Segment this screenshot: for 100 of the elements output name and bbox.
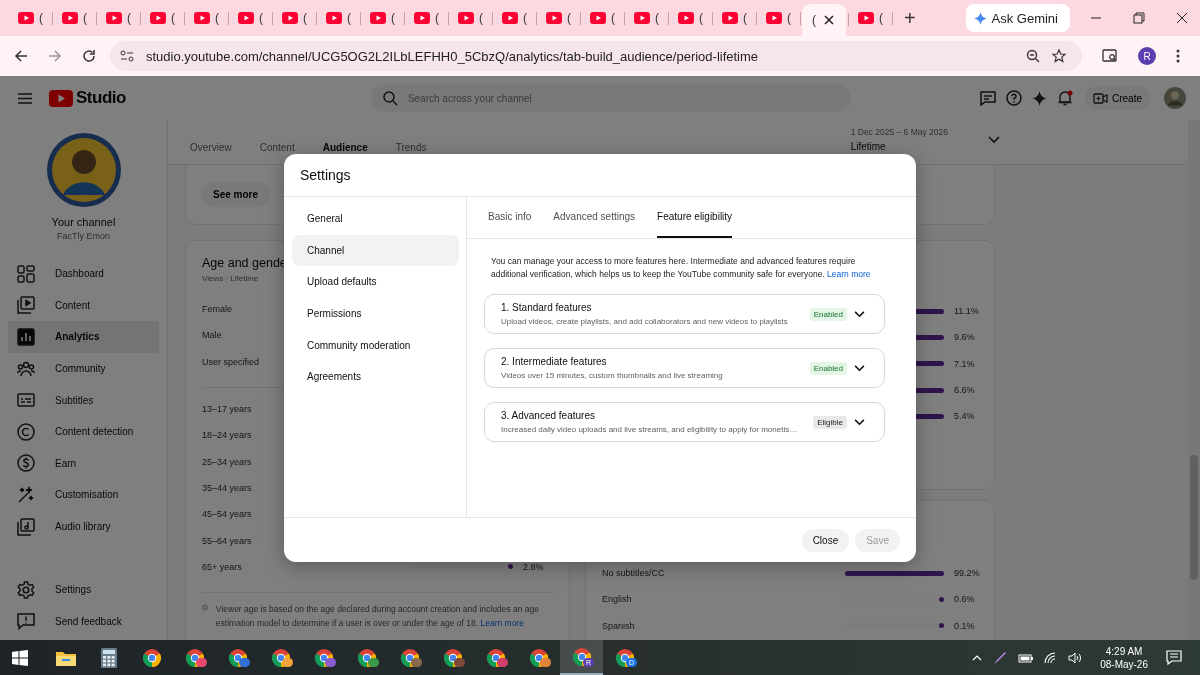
video-play-icon [370,12,386,24]
analytics-tab[interactable]: Audience [322,142,368,153]
notification-icon[interactable] [1166,650,1182,665]
video-play-icon [502,12,518,24]
browser-tab[interactable]: ( [318,3,358,33]
caret-up-icon[interactable] [972,654,983,661]
browser-tab[interactable]: ( [802,4,846,36]
sidebar-item[interactable]: Content detection [8,415,159,448]
zoom-icon[interactable] [1026,49,1040,63]
browser-tab[interactable]: ( [362,3,402,33]
settings-tab[interactable]: Advanced settings [553,197,636,238]
row-value: 0.1% [954,620,976,631]
feature-card[interactable]: 3. Advanced features Increased daily video uploads and live streams, and eligibility to apply for monetis… Eligible [484,402,885,442]
speaker-icon[interactable] [1068,651,1083,664]
video-play-icon [722,12,738,24]
chevron-down-icon[interactable] [854,310,865,318]
chevron-down-icon[interactable] [854,364,865,372]
search-field[interactable]: Search across your channel [370,84,851,112]
browser-tab[interactable]: ( [582,3,622,33]
pen-icon[interactable] [992,649,1009,666]
browser-tab[interactable]: ( [626,3,666,33]
card-subtitle: Views · Lifetime [202,274,259,283]
browser-tab[interactable]: ( [406,3,446,33]
close-icon[interactable] [1176,12,1188,24]
clock-date[interactable]: 08-May-26 [1100,658,1148,670]
browser-tab[interactable]: ( [10,3,50,33]
message-icon[interactable] [980,90,996,106]
clock-time[interactable]: 4:29 AM [1105,645,1143,657]
sidebar-item[interactable]: Settings [8,573,159,606]
bell-icon[interactable] [1057,90,1073,106]
browser-tab[interactable]: ( [450,3,490,33]
see-more-button[interactable]: See more [201,182,271,207]
row-label: Female [202,304,232,315]
sidebar-item[interactable]: Send feedback [8,605,159,637]
browser-tab[interactable]: ( [850,3,890,33]
back-arrow-icon[interactable] [14,49,28,63]
browser-tab[interactable]: ( [758,3,798,33]
settings-tab[interactable]: Basic info [488,197,532,238]
scrollbar-thumb[interactable] [1190,455,1198,580]
customisation-icon [17,485,35,504]
browser-tab[interactable]: ( [538,3,578,33]
settings-nav-item[interactable]: Community moderation [292,329,459,361]
learn-more-link[interactable]: Learn more [827,269,871,279]
browser-tab[interactable]: ( [230,3,270,33]
browser-tab[interactable]: ( [54,3,94,33]
feedback-icon [17,612,35,631]
status-badge: Enabled [809,307,847,321]
profile-avatar[interactable]: R [1138,47,1156,65]
settings-nav-item[interactable]: Upload defaults [292,266,459,298]
browser-tab[interactable]: ( [494,3,534,33]
create-button[interactable]: Create [1085,86,1150,110]
help-icon[interactable] [1006,90,1022,106]
windows-start-icon[interactable] [12,649,28,666]
address-bar[interactable]: studio.youtube.com/channel/UCG5OG2L2ILbLEFHH0_5CbzQ/analytics/tab-build_audience/period-lifetime [110,41,1082,71]
video-plus-icon [1093,92,1108,104]
close-icon[interactable] [824,15,834,25]
studio-logo[interactable]: Studio [76,88,126,108]
feature-card[interactable]: 2. Intermediate features Videos over 15 minutes, custom thumbnails and live streaming Enabled [484,348,885,388]
sparkle-icon[interactable] [1032,90,1047,106]
sidebar-item[interactable]: Audio library [8,510,159,543]
user-avatar[interactable] [1164,87,1186,109]
browser-tab[interactable]: ( [142,3,182,33]
sidebar-item[interactable]: Subtitles [8,384,159,416]
date-range-picker[interactable]: 1 Dec 2025 – 6 May 2026 Lifetime [850,120,1000,152]
close-button[interactable]: Close [801,528,850,552]
sidebar-item[interactable]: Community [8,352,159,385]
forward-arrow-icon[interactable] [48,49,62,63]
ask-gemini-button[interactable]: Ask Gemini [965,4,1070,32]
tab-search-icon[interactable] [1102,49,1118,63]
chrome-icon [571,646,592,667]
sidebar-item[interactable]: Analytics [8,321,159,353]
settings-tab[interactable]: Feature eligibility [657,197,733,238]
battery-icon[interactable] [1018,651,1035,664]
new-tab-button[interactable]: + [896,6,924,30]
dialog-title: Settings [300,167,351,183]
settings-nav-item[interactable]: General [292,203,459,235]
video-play-icon [590,12,606,24]
channel-label[interactable]: Your channel [51,216,116,228]
browser-tab[interactable]: ( [714,3,754,33]
sidebar-item[interactable]: Customisation [8,479,159,511]
reload-icon[interactable] [82,49,96,63]
settings-nav-item[interactable]: Permissions [292,297,459,330]
sidebar-item[interactable]: Earn [8,447,159,480]
menu-icon[interactable] [18,92,32,104]
settings-nav-item[interactable]: Channel [292,234,459,267]
site-info-icon[interactable] [120,50,134,62]
restore-icon[interactable] [1133,12,1145,24]
browser-tab[interactable]: ( [186,3,226,33]
video-play-icon [106,12,122,24]
channel-avatar[interactable] [46,133,121,207]
sidebar-item[interactable]: Content [8,289,159,322]
sidebar-item[interactable]: Dashboard [8,258,159,290]
browser-tab[interactable]: ( [670,3,710,33]
menu-icon[interactable] [1176,49,1180,63]
browser-tab[interactable]: ( [274,3,314,33]
chevron-down-icon[interactable] [854,418,865,426]
browser-tab[interactable]: ( [98,3,138,33]
settings-nav-item[interactable]: Agreements [292,360,459,393]
star-icon[interactable] [1052,49,1066,63]
feature-card[interactable]: 1. Standard features Upload videos, create playlists, and add collaborators and new videos to playlists Enabled [484,294,885,334]
